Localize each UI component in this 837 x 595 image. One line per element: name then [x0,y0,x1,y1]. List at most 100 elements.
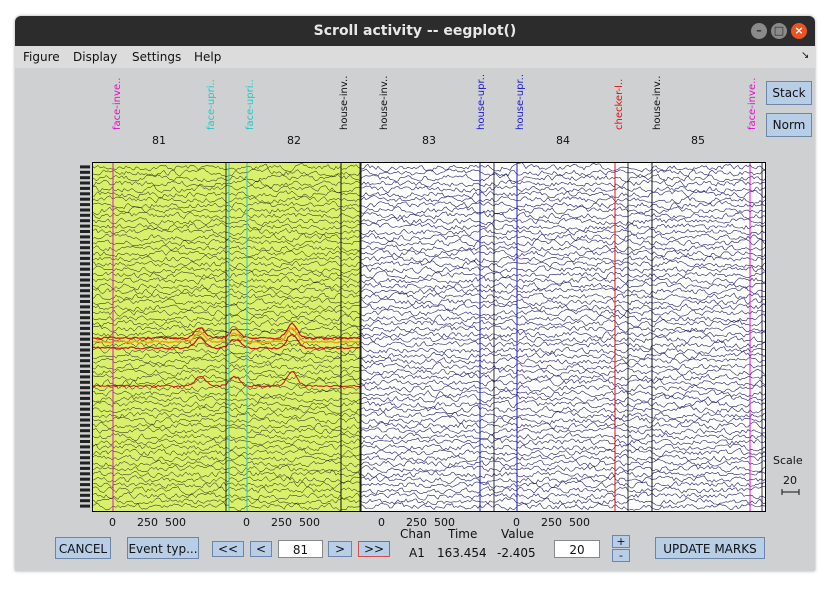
channel-label-mark [80,262,90,266]
channel-label-mark [80,235,90,239]
stack-button[interactable]: Stack [766,81,812,105]
channel-label-mark [80,176,90,180]
next-next-button[interactable]: >> [358,541,390,557]
channel-label-mark [80,326,90,330]
channel-label-mark [80,246,90,250]
channel-label-mark [80,219,90,223]
eeg-trace [359,292,766,301]
channel-label-mark [80,418,90,422]
menu-figure[interactable]: Figure [23,50,60,64]
menu-settings[interactable]: Settings [132,50,181,64]
epoch-input[interactable]: 81 [278,540,323,558]
channel-label-mark [80,380,90,384]
channel-label-mark [80,396,90,400]
channel-label-mark [80,343,90,347]
channel-label-mark [80,359,90,363]
channel-label-mark [80,466,90,470]
scale-minus-button[interactable]: - [612,549,630,562]
event-label: face-upri.. [245,79,256,130]
time-header: Time [448,527,478,541]
eeg-trace [359,399,766,409]
scale-value: 20 [783,474,797,487]
minimize-icon[interactable]: – [751,23,767,39]
eeg-trace [359,470,766,479]
eeg-trace [359,459,766,468]
channel-label-mark [80,429,90,433]
epoch-label-84: 84 [556,134,570,147]
channel-label-mark [80,337,90,341]
channel-label-mark [80,224,90,228]
epoch-label-81: 81 [152,134,166,147]
dock-arrow-icon[interactable]: ↘ [801,50,809,61]
x-tick-label: 500 [165,516,186,529]
eeg-trace [359,432,766,441]
eeg-trace [359,421,766,430]
event-type-button[interactable]: Event typ... [127,537,199,559]
event-label: face-inve.. [112,77,123,130]
channel-label-mark [80,348,90,352]
eeg-trace [359,475,766,484]
eeg-trace [359,485,766,495]
prev-button[interactable]: < [250,541,272,557]
x-tick-label: 0 [243,516,250,529]
channel-label-mark [80,370,90,373]
eeg-trace [359,442,766,452]
x-tick-label: 0 [109,516,116,529]
channel-label-mark [80,203,90,207]
scale-bar-icon [781,489,800,495]
eeg-plot-axes[interactable] [92,162,766,512]
eeg-trace [359,168,766,177]
window-title: Scroll activity -- eegplot() [313,23,517,39]
epoch-label-83: 83 [422,134,436,147]
prev-prev-button[interactable]: << [212,541,244,557]
x-tick-label: 500 [299,516,320,529]
eeg-trace [359,162,766,173]
eeg-trace [359,189,766,199]
eegplot-window: Scroll activity -- eegplot() – □ × Figur… [15,16,815,571]
channel-label-mark [80,283,90,287]
menu-display[interactable]: Display [73,50,117,64]
channel-label-mark [80,170,90,174]
channel-label-mark [80,488,90,492]
scale-input[interactable]: 20 [554,540,600,558]
menu-bar: Figure Display Settings Help ↘ [15,46,815,68]
eeg-trace [359,194,766,205]
next-button[interactable]: > [328,541,352,557]
eeg-trace [359,227,766,237]
event-label: house-inv.. [379,75,390,130]
update-marks-button[interactable]: UPDATE MARKS [655,537,765,559]
norm-button[interactable]: Norm [766,113,812,137]
channel-label-mark [80,407,90,411]
eeg-trace [359,206,766,216]
channel-label-mark [80,294,90,298]
x-tick-label: 250 [137,516,158,529]
eeg-trace [359,244,766,253]
event-label: face-inve.. [747,77,758,130]
eeg-trace [359,437,766,446]
eeg-trace [359,340,766,350]
channel-label-mark [80,289,90,293]
scale-plus-button[interactable]: + [612,535,630,548]
maximize-icon[interactable]: □ [771,23,787,39]
event-label: house-upr.. [515,73,526,130]
eeg-trace [359,329,766,339]
cancel-button[interactable]: CANCEL [55,537,111,559]
channel-label-mark [80,300,90,303]
channel-label-mark [80,267,90,271]
channel-label-mark [80,493,90,497]
eeg-trace [359,410,766,420]
channel-label-mark [80,375,90,379]
channel-label-mark [80,483,90,487]
channel-label-mark [80,440,90,443]
eeg-trace [359,238,766,248]
title-bar: Scroll activity -- eegplot() – □ × [15,16,815,46]
epoch-label-85: 85 [691,134,705,147]
close-icon[interactable]: × [791,23,807,39]
channel-labels [80,165,90,508]
eeg-trace [359,346,766,355]
channel-label-mark [80,472,90,476]
menu-help[interactable]: Help [194,50,221,64]
event-label: checker-l.. [614,78,625,130]
eeg-trace [359,480,766,489]
eeg-trace [360,454,766,463]
